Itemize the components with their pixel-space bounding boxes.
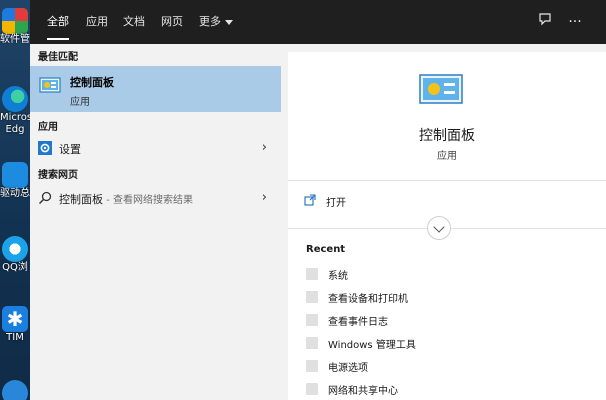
edge-icon xyxy=(2,86,28,112)
best-match-item[interactable]: 控制面板 应用 xyxy=(30,66,281,112)
recent-item-icon xyxy=(306,337,318,349)
search-icon xyxy=(38,191,52,205)
desktop-icon-label: TIM xyxy=(6,332,24,343)
desktop-icon-label: 驱动总 xyxy=(0,188,30,199)
open-external-icon xyxy=(304,194,316,206)
recent-item-icon xyxy=(306,360,318,372)
feedback-icon-svg xyxy=(539,13,551,26)
search-panel: 全部 应用 文档 网页 更多 ··· 最佳匹配 控制面板 应用 应用 设置 › … xyxy=(30,0,606,400)
app-item-label: 设置 xyxy=(59,143,81,156)
software-manager-icon xyxy=(2,8,28,34)
desktop-icon-qqbrowser[interactable]: QQ浏 xyxy=(0,236,30,274)
tab-apps[interactable]: 应用 xyxy=(86,0,108,44)
recent-item[interactable]: 电源选项 xyxy=(288,355,606,377)
desktop-icon-edge[interactable]: Micros Edg xyxy=(0,86,30,136)
expand-chevron-icon[interactable] xyxy=(427,216,451,240)
recent-item[interactable]: 查看事件日志 xyxy=(288,309,606,331)
recent-item-icon xyxy=(306,314,318,326)
divider xyxy=(288,180,606,181)
recent-item-label: 网络和共享中心 xyxy=(328,386,398,397)
recent-item-icon xyxy=(306,291,318,303)
open-action[interactable]: 打开 xyxy=(288,190,606,212)
chevron-right-icon[interactable]: › xyxy=(262,140,267,155)
search-tabs-bar: 全部 应用 文档 网页 更多 ··· xyxy=(30,0,606,44)
settings-gear-icon xyxy=(38,141,52,155)
desktop-icon-driver[interactable]: 驱动总 xyxy=(0,162,30,200)
chevron-down-icon xyxy=(225,19,233,25)
recent-item[interactable]: 网络和共享中心 xyxy=(288,378,606,400)
web-search-query: 控制面板 xyxy=(59,193,103,206)
qq-browser-icon xyxy=(2,236,28,262)
best-match-subtitle: 应用 xyxy=(70,97,90,108)
preview-top-margin xyxy=(288,44,606,52)
app-icon xyxy=(2,380,28,400)
desktop-icon-label: Micros xyxy=(0,112,30,123)
recent-header: Recent xyxy=(306,244,346,255)
web-search-suffix: - 查看网络搜索结果 xyxy=(103,195,193,206)
recent-item-icon xyxy=(306,268,318,280)
web-search-item[interactable]: 控制面板 - 查看网络搜索结果 › xyxy=(30,186,281,210)
control-panel-icon xyxy=(39,77,61,93)
recent-item-label: 系统 xyxy=(328,271,348,282)
tim-star-icon: ✱ xyxy=(2,306,28,332)
tab-web[interactable]: 网页 xyxy=(161,0,183,44)
recent-item-label: 查看设备和打印机 xyxy=(328,294,408,305)
recent-item-icon xyxy=(306,383,318,395)
recent-item-label: 电源选项 xyxy=(328,363,368,374)
recent-item[interactable]: 系统 xyxy=(288,263,606,285)
recent-item-label: 查看事件日志 xyxy=(328,317,388,328)
desktop: 软件管 Micros Edg 驱动总 QQ浏 ✱ TIM xyxy=(0,0,30,400)
recent-item-label: Windows 管理工具 xyxy=(328,340,416,351)
ellipsis-icon[interactable]: ··· xyxy=(565,12,585,32)
tab-all[interactable]: 全部 xyxy=(47,0,69,44)
tab-documents[interactable]: 文档 xyxy=(123,0,145,44)
recent-item[interactable]: 查看设备和打印机 xyxy=(288,286,606,308)
section-best-match: 最佳匹配 xyxy=(38,52,78,63)
preview-title: 控制面板 xyxy=(419,128,475,144)
preview-pane: 控制面板 应用 打开 Recent 系统 查看设备和打印机 查看事件日志 Win… xyxy=(288,44,606,400)
tab-more-label: 更多 xyxy=(199,15,221,28)
open-label: 打开 xyxy=(326,198,346,209)
feedback-icon[interactable] xyxy=(535,12,555,32)
desktop-icon-label: QQ浏 xyxy=(2,262,28,273)
preview-subtitle: 应用 xyxy=(437,151,457,162)
control-panel-large-icon xyxy=(419,74,463,104)
best-match-title: 控制面板 xyxy=(70,76,114,89)
chevron-right-icon[interactable]: › xyxy=(262,190,267,205)
desktop-icon-partial[interactable] xyxy=(0,380,30,400)
column-gap xyxy=(281,44,288,400)
section-web-search: 搜索网页 xyxy=(38,170,78,181)
desktop-icon-tim[interactable]: ✱ TIM xyxy=(0,306,30,344)
results-list: 最佳匹配 控制面板 应用 应用 设置 › 搜索网页 控制面板 - 查看网络搜索结… xyxy=(30,44,281,400)
app-item-settings[interactable]: 设置 › xyxy=(30,136,281,160)
desktop-icon-label: Edg xyxy=(5,124,25,135)
desktop-icon-software[interactable]: 软件管 xyxy=(0,8,30,46)
desktop-icon-label: 软件管 xyxy=(0,34,30,45)
driver-gear-icon xyxy=(2,162,28,188)
section-apps: 应用 xyxy=(38,122,58,133)
tab-more[interactable]: 更多 xyxy=(199,0,233,44)
web-search-text: 控制面板 - 查看网络搜索结果 xyxy=(59,191,193,207)
recent-item[interactable]: Windows 管理工具 xyxy=(288,332,606,354)
